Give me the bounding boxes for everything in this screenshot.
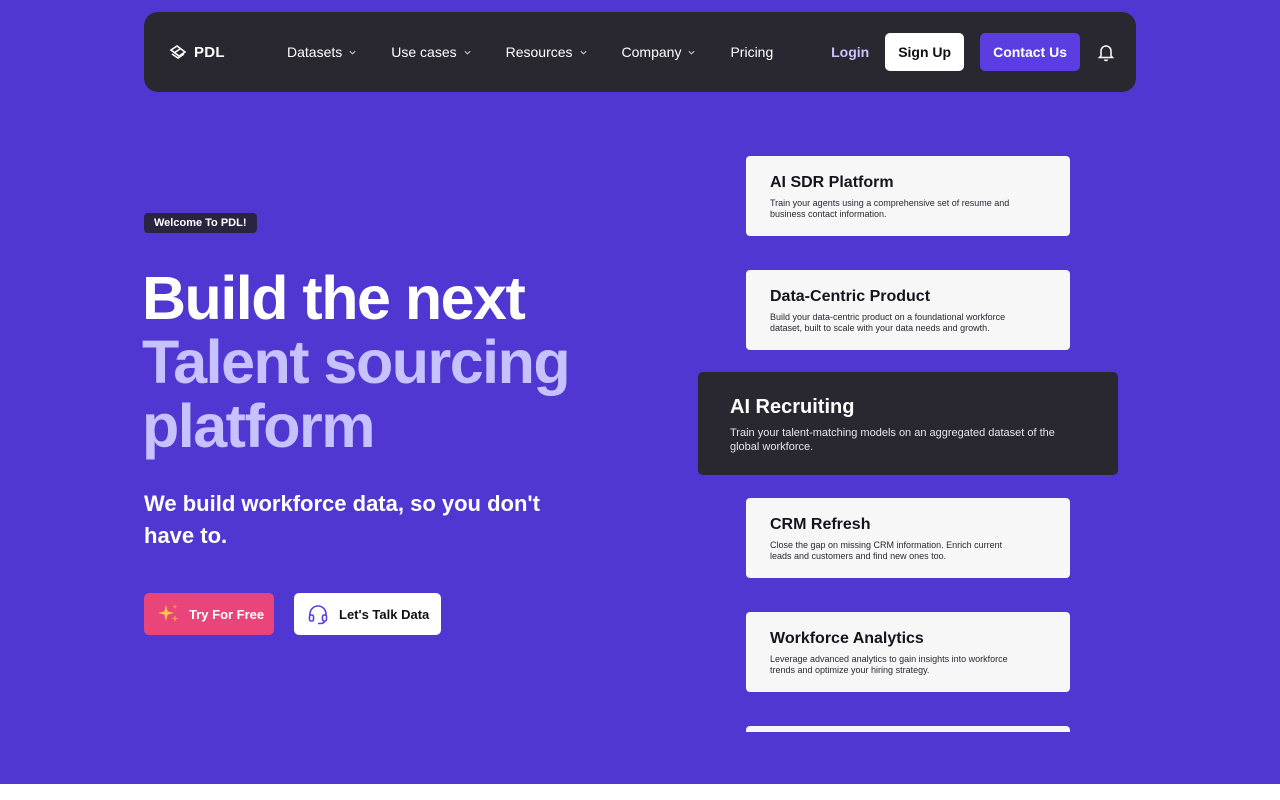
nav-item-label: Pricing [730, 44, 774, 60]
card-description: Close the gap on missing CRM information… [770, 540, 1003, 561]
card-description: Train your talent-matching models on an … [730, 427, 1055, 453]
contact-us-button[interactable]: Contact Us [980, 33, 1080, 71]
chevron-down-icon [688, 50, 696, 55]
card-title: AI Recruiting [730, 396, 855, 418]
brand-logo[interactable]: PDL [168, 42, 225, 62]
use-case-card[interactable]: AI SDR Platform Train your agents using … [746, 156, 1070, 236]
top-navbar: PDL Datasets Use cases Resources Company… [144, 12, 1136, 92]
use-case-card-partial [746, 726, 1070, 732]
use-case-card[interactable]: CRM Refresh Close the gap on missing CRM… [746, 498, 1070, 578]
try-for-free-button[interactable]: Try For Free [144, 593, 274, 635]
nav-item-resources[interactable]: Resources [506, 44, 588, 60]
nav-item-use-cases[interactable]: Use cases [391, 44, 471, 60]
welcome-badge: Welcome To PDL! [144, 213, 257, 233]
card-description: Leverage advanced analytics to gain insi… [770, 654, 1008, 675]
nav-item-label: Resources [505, 44, 573, 60]
pdl-logo-icon [169, 45, 187, 59]
headline-line: Build the next [142, 264, 526, 332]
nav-item-datasets[interactable]: Datasets [287, 44, 357, 60]
use-case-card[interactable]: Data-Centric Product Build your data-cen… [746, 270, 1070, 350]
try-button-label: Try For Free [189, 606, 265, 622]
use-case-card-active[interactable]: AI Recruiting Train your talent-matching… [698, 372, 1118, 475]
logo-text: PDL [194, 43, 225, 61]
card-title: Workforce Analytics [770, 630, 924, 647]
login-link[interactable]: Login [831, 44, 869, 60]
sign-up-button[interactable]: Sign Up [885, 33, 965, 71]
nav-links: Datasets Use cases Resources Company Pri… [287, 12, 807, 92]
talk-button-label: Let's Talk Data [339, 606, 430, 622]
nav-item-label: Company [621, 44, 682, 60]
nav-item-company[interactable]: Company [622, 44, 697, 60]
sparkles-icon [158, 604, 179, 622]
use-case-card[interactable]: Workforce Analytics Leverage advanced an… [746, 612, 1070, 692]
chevron-down-icon [349, 50, 356, 55]
nav-item-pricing[interactable]: Pricing [730, 44, 773, 60]
hero-headline: Build the next Talent sourcing platform [142, 266, 702, 458]
card-title: CRM Refresh [770, 516, 871, 533]
lets-talk-data-button[interactable]: Let's Talk Data [294, 593, 441, 635]
headset-icon [308, 605, 328, 625]
bell-icon[interactable] [1096, 42, 1116, 62]
card-title: AI SDR Platform [770, 174, 894, 191]
chevron-down-icon [579, 50, 587, 55]
headline-accent: Talent sourcing platform [142, 328, 571, 460]
chevron-down-icon [463, 50, 471, 55]
nav-item-label: Use cases [391, 44, 457, 60]
card-title: Data-Centric Product [770, 288, 931, 305]
card-description: Build your data-centric product on a fou… [770, 312, 1006, 333]
nav-actions: Login Sign Up Contact Us [831, 12, 1116, 92]
hero-subheadline: We build workforce data, so you don't ha… [144, 491, 540, 548]
card-description: Train your agents using a comprehensive … [770, 198, 1010, 219]
nav-item-label: Datasets [287, 44, 343, 60]
